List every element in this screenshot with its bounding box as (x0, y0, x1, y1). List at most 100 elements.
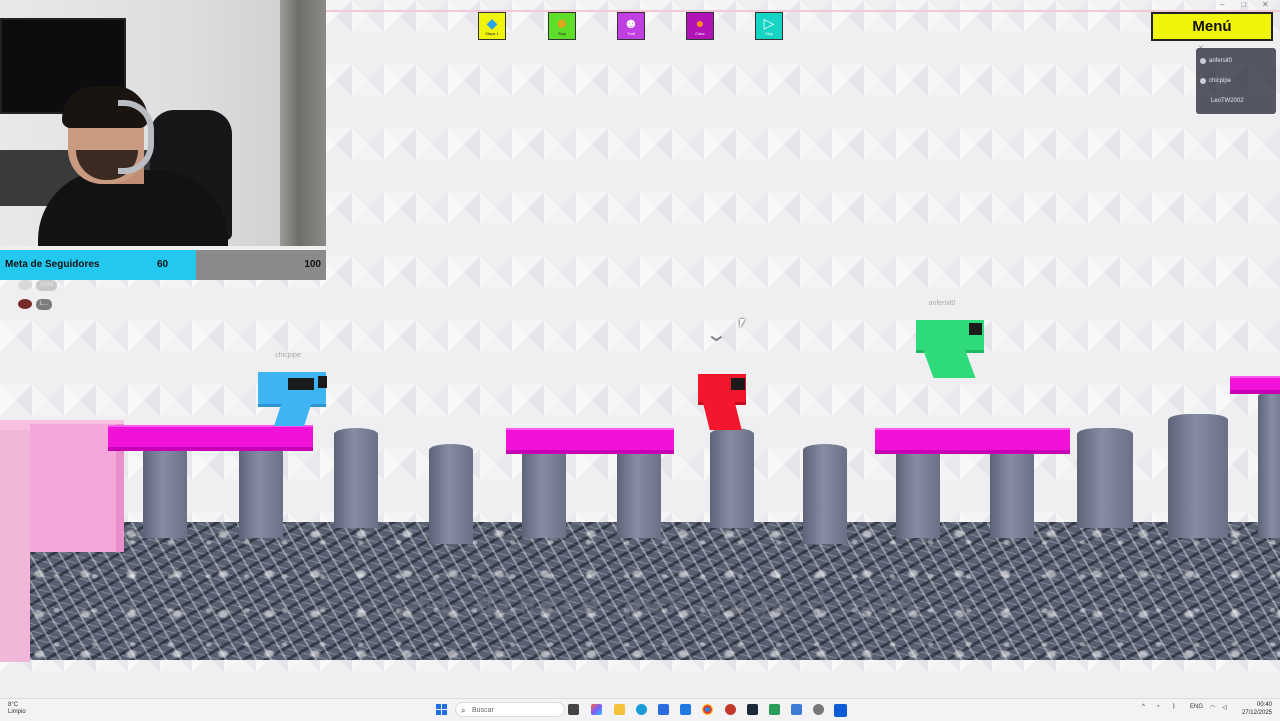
weather-desc: Limpio (8, 709, 26, 715)
ability-color-icon[interactable]: ● Color (686, 12, 714, 40)
goal-current: 60 (157, 259, 169, 270)
ability-troll-icon[interactable]: ☻ Troll (617, 12, 645, 40)
user-icon (1200, 78, 1206, 84)
menu-button[interactable]: Menú (1151, 12, 1273, 41)
cube-legs (702, 400, 742, 430)
follower-goal-bar: Meta de Seguidores 60 100 (0, 250, 326, 280)
mouse-cursor-icon (740, 319, 745, 328)
file-explorer-icon[interactable] (614, 704, 625, 715)
webcam-feed (0, 0, 326, 246)
user-icon (1200, 58, 1206, 64)
taskbar-search[interactable]: ⌕ Buscar (455, 702, 565, 717)
app-icon[interactable] (725, 704, 736, 715)
bluetooth-icon[interactable]: ᛒ (1172, 704, 1176, 710)
pillar (1168, 414, 1228, 538)
player-name: chicpipe (1209, 78, 1232, 84)
pillar (1258, 392, 1280, 538)
chat-avatar (18, 280, 32, 290)
cube-eye (731, 378, 745, 390)
maximize-icon[interactable]: □ (1241, 0, 1246, 9)
goal-max: 100 (304, 259, 321, 270)
chrome-icon[interactable] (702, 704, 713, 715)
chevron-down-icon: ⌄ (704, 324, 729, 346)
active-app-icon[interactable] (834, 704, 847, 717)
app-icon[interactable] (791, 704, 802, 715)
edge-icon[interactable] (636, 704, 647, 715)
cube-legs (922, 348, 976, 378)
platform (108, 425, 313, 447)
pillar (334, 428, 378, 528)
ability-label: Color (695, 31, 705, 36)
pillar (803, 444, 847, 544)
task-view-icon[interactable] (568, 704, 579, 715)
wifi-icon[interactable]: ◠ (1210, 704, 1215, 711)
pillar (990, 438, 1034, 538)
player-character-red (698, 374, 746, 430)
troll-face-icon: ☻ (623, 15, 639, 31)
minimize-icon[interactable]: – (1220, 0, 1224, 9)
player-list-item: chicpipe (1200, 78, 1231, 84)
platform (506, 428, 674, 450)
app-icon[interactable] (769, 704, 780, 715)
platform (875, 428, 1070, 450)
pillar (429, 444, 473, 544)
ability-label: Steps 1 (485, 31, 499, 36)
windows-start-icon[interactable] (436, 704, 447, 715)
volume-icon[interactable]: ◁ (1222, 704, 1227, 711)
cube-eye (288, 378, 314, 390)
player-list: anfersit0 chicpipe LeoTW2002 (1196, 48, 1276, 114)
platform (1230, 376, 1280, 390)
floor-message: ¡+1 dinero por jugar! (34 (391, 586, 919, 621)
pillar (239, 438, 283, 538)
skip-arrow-icon: ▷ (763, 15, 775, 31)
player-name-tag: anfersit0 (928, 300, 956, 307)
network-icon[interactable]: ◔ (1156, 704, 1160, 710)
clock-time: 00:40 (1256, 702, 1272, 708)
close-icon[interactable]: ✕ (1262, 0, 1269, 9)
scene-border (326, 10, 1280, 12)
mail-icon[interactable] (680, 704, 691, 715)
pillar (1077, 428, 1133, 528)
player-list-item: LeoTW2002 (1211, 98, 1244, 104)
webcam-curtain (280, 0, 326, 246)
pink-wall (0, 430, 30, 662)
pillar (896, 438, 940, 538)
player-name: anfersit0 (1209, 58, 1233, 64)
diamond-icon: ◆ (486, 15, 498, 31)
chevron-up-icon[interactable]: ^ (1142, 704, 1145, 710)
player-list-item: anfersit0 (1200, 58, 1232, 64)
player-name-tag: chicpipe (275, 352, 301, 359)
store-icon[interactable] (658, 704, 669, 715)
pillar (617, 438, 661, 538)
ability-label: Skip (765, 31, 773, 36)
taskbar: 8°C Limpio ⌕ Buscar ^ ◔ ᛒ ENG ◠ ◁ 00:40 … (0, 698, 1280, 721)
color-wheel-icon: ● (695, 15, 705, 31)
ability-skip-icon[interactable]: ▷ Skip (755, 12, 783, 40)
ability-stop-icon[interactable]: ☻ Stop (548, 12, 576, 40)
goal-label: Meta de Seguidores (5, 259, 100, 270)
taskbar-clock[interactable]: 00:40 27/12/2025 (1242, 701, 1272, 717)
player-character-green: anfersit0 (916, 300, 984, 378)
cube-eye (969, 323, 982, 335)
chat-name-tag: Gerd (36, 280, 58, 291)
player-character-blue: chicpipe (258, 352, 327, 426)
search-icon: ⌕ (461, 706, 466, 715)
ability-label: Stop (557, 31, 567, 36)
weather-widget[interactable]: 8°C Limpio (8, 702, 26, 716)
language-indicator[interactable]: ENG (1190, 704, 1203, 710)
pillar (143, 438, 187, 538)
weather-temp: 8°C (8, 702, 19, 708)
cube-legs (274, 402, 312, 426)
ability-label: Troll (627, 31, 635, 36)
steam-icon[interactable] (747, 704, 758, 715)
pillar (522, 438, 566, 538)
search-placeholder: Buscar (472, 707, 494, 714)
settings-icon[interactable] (813, 704, 824, 715)
clock-date: 27/12/2025 (1241, 710, 1272, 716)
ability-steps-icon[interactable]: ◆ Steps 1 (478, 12, 506, 40)
player-name: LeoTW2002 (1211, 98, 1244, 104)
cube-eye (318, 376, 327, 388)
chat-name-tag: L... (36, 299, 53, 310)
character-icon: ☻ (554, 15, 570, 31)
copilot-icon[interactable] (591, 704, 602, 715)
